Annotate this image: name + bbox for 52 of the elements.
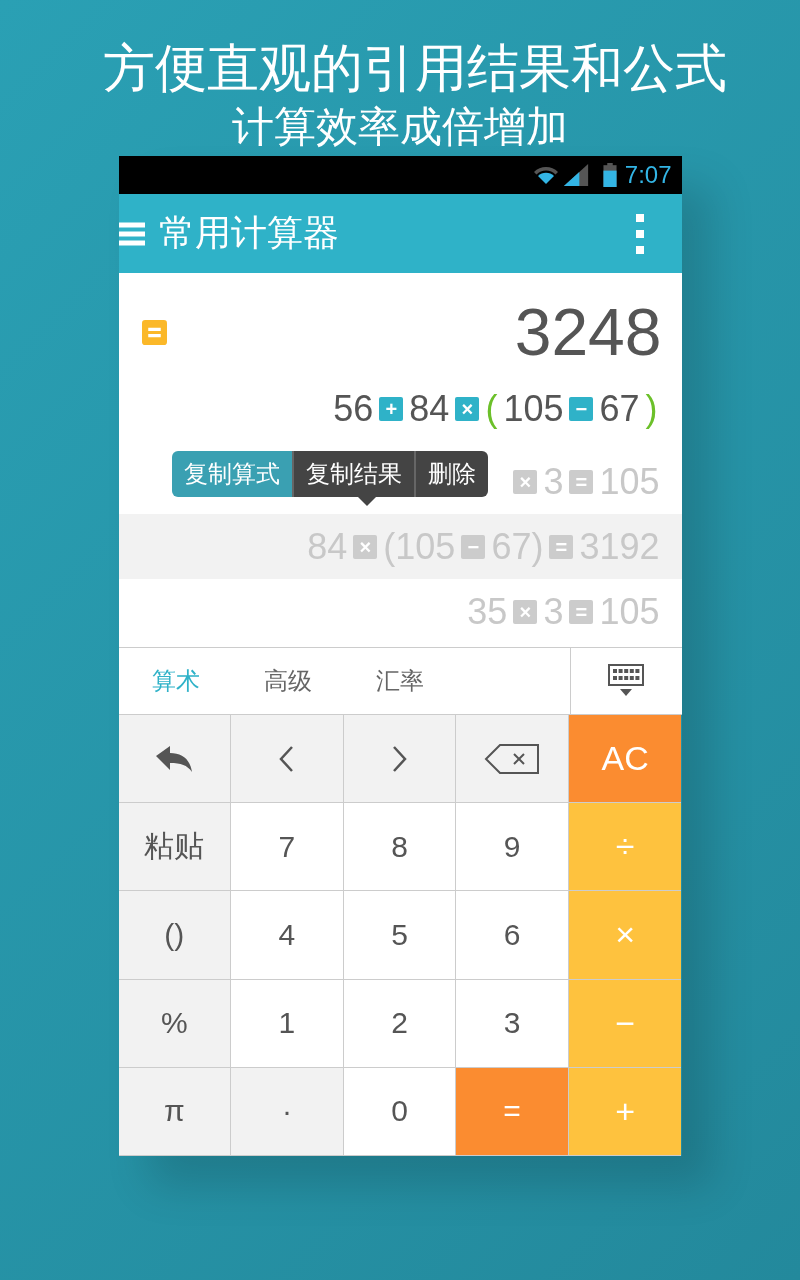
calculator-key[interactable]: 2 (343, 979, 457, 1068)
calculator-key[interactable]: 粘贴 (118, 803, 232, 892)
mode-tab[interactable]: 汇率 (344, 648, 455, 714)
undo-arrow-icon (154, 743, 195, 774)
calculator-key[interactable]: π (118, 1067, 232, 1156)
popup-pointer-icon (357, 497, 376, 506)
context-menu-item[interactable]: 删除 (413, 451, 488, 497)
operator-sign: × (353, 534, 378, 559)
headline: 方便直观的引用结果和公式 (103, 38, 727, 99)
calculator-key[interactable]: · (231, 1067, 344, 1156)
battery-icon (602, 163, 617, 187)
signal-icon (562, 164, 589, 186)
expression-number: 84 (409, 388, 450, 430)
parenthesis: ) (645, 388, 658, 430)
operator-sign: = (569, 469, 594, 494)
operator-sign: − (569, 397, 594, 421)
operator-sign: + (379, 397, 404, 421)
backspace-key[interactable] (456, 715, 569, 804)
calculator-key[interactable]: 8 (343, 803, 457, 892)
wifi-icon (532, 164, 559, 186)
operator-sign: × (455, 397, 480, 421)
backspace-icon (484, 742, 541, 775)
equals-icon (141, 319, 167, 345)
calculator-key[interactable]: 5 (343, 891, 457, 980)
undo-key[interactable] (118, 715, 232, 804)
expression-number: 105 (503, 388, 564, 430)
keyboard-icon (608, 664, 644, 698)
expression-number: 56 (333, 388, 374, 430)
context-menu-item[interactable]: 复制结果 (291, 451, 414, 497)
headline: 计算效率成倍增加 (232, 102, 568, 152)
calculator-key[interactable]: () (118, 891, 232, 980)
calculator-key[interactable]: 0 (343, 1067, 457, 1156)
app-title: 常用计算器 (158, 211, 340, 255)
result-value: 3248 (514, 294, 662, 370)
calculator-key[interactable]: 6 (456, 891, 569, 980)
calculator-key[interactable]: 1 (231, 979, 344, 1068)
status-time: 7:07 (624, 161, 672, 189)
calculator-key[interactable]: 3 (456, 979, 569, 1068)
operator-sign: × (513, 469, 538, 494)
more-icon[interactable] (635, 213, 644, 254)
calculator-key[interactable]: 4 (231, 891, 344, 980)
calculator-key[interactable]: % (118, 979, 232, 1068)
parenthesis: ( (485, 388, 498, 430)
expression-number: 67 (599, 388, 640, 430)
operator-sign: = (549, 534, 574, 559)
operator-sign: = (569, 599, 594, 624)
operator-sign: × (513, 599, 538, 624)
operator-sign: − (461, 534, 486, 559)
calculator-key[interactable]: 9 (456, 803, 569, 892)
mode-tab[interactable]: 高级 (232, 648, 343, 714)
menu-icon[interactable] (118, 221, 145, 246)
calculator-key[interactable]: 7 (231, 803, 344, 892)
